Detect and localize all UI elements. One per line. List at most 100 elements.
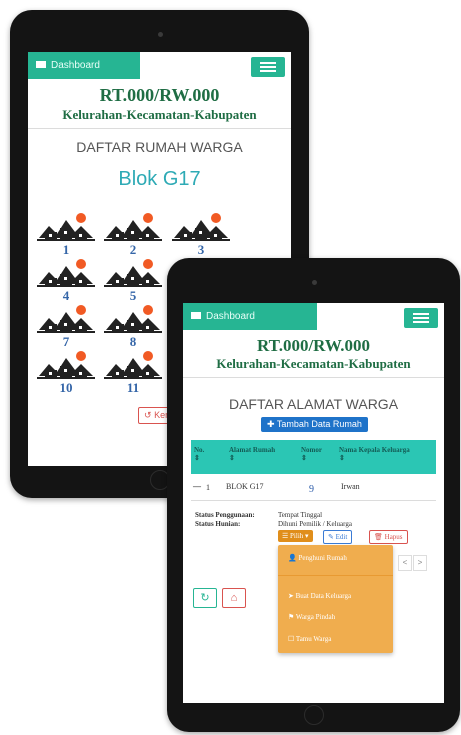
house-number: 10 [59,380,73,395]
dashboard-icon [191,311,201,319]
status-penggunaan-label: Status Penggunaan: [195,511,255,519]
dashboard-label: Dashboard [206,311,255,322]
undo-icon: ↺ [144,410,152,420]
pilih-label: Pilih [290,532,304,540]
front-tablet: Dashboard RT.000/RW.000 Kelurahan-Kecama… [167,258,460,732]
dashboard-label: Dashboard [51,60,100,71]
status-penggunaan-value: Tempat Tinggal [278,511,323,519]
house-number: 4 [62,288,70,303]
add-house-label: Tambah Data Rumah [276,419,362,429]
col-no[interactable]: No. ⇕ [194,446,204,462]
house-icon [37,351,95,379]
top-nav: Dashboard [183,303,444,333]
col-kepala-label: Nama Kepala Keluarga [339,446,410,454]
home-button-icon [303,705,324,725]
house-item[interactable]: 5 [104,258,162,304]
row-alamat: BLOK G17 [226,482,264,491]
house-icon [172,213,230,241]
delete-button[interactable]: 🗑 Hapus [369,530,408,544]
house-item[interactable]: 2 [104,212,162,258]
menu-item-tamu-warga-label: Tamu Warga [295,635,332,643]
menu-item-warga-pindah[interactable]: ⚑ Warga Pindah [288,613,335,621]
pilih-dropdown-menu: 👤 Penghuni Rumah ➤ Buat Data Keluarga ⚑ … [278,545,393,653]
house-number: 11 [126,380,140,395]
row-expand-icon[interactable]: — [193,482,201,491]
col-kepala[interactable]: Nama Kepala Keluarga ⇕ [339,446,410,462]
row-nomor: 9 [309,484,314,495]
house-item[interactable]: 3 [172,212,230,258]
site-title: RT.000/RW.000 [256,336,371,355]
header-divider [28,128,291,129]
menu-item-warga-pindah-label: Warga Pindah [295,613,336,621]
trash-icon: 🗑 [374,533,383,541]
dashboard-link[interactable]: Dashboard [183,303,317,330]
pagination-prev[interactable]: < [398,555,412,571]
col-nomor[interactable]: Nomor ⇕ [301,446,322,462]
house-item[interactable]: 7 [37,304,95,350]
edit-button[interactable]: ✎ Edit [323,530,353,544]
user-icon: 👤 [288,554,297,562]
hamburger-icon [260,62,276,64]
blok-title: Blok G17 [118,168,201,190]
hamburger-icon [413,313,429,315]
hamburger-line [413,317,429,319]
edit-icon: ✎ [328,533,334,541]
house-number: 8 [129,334,137,349]
page-title: DAFTAR ALAMAT WARGA [228,396,399,412]
menu-item-penghuni[interactable]: 👤 Penghuni Rumah [288,554,347,562]
dashboard-link[interactable]: Dashboard [28,52,140,79]
delete-label: Hapus [384,533,403,541]
house-icon [37,305,95,333]
house-number: 2 [129,242,137,257]
row-divider [191,500,436,501]
house-number: 7 [62,334,70,349]
house-item[interactable]: 11 [104,350,162,396]
dashboard-icon [36,60,46,68]
status-hunian-label: Status Hunian: [195,520,241,528]
site-subtitle: Kelurahan-Kecamatan-Kabupaten [216,356,411,371]
house-icon [37,213,95,241]
menu-button[interactable] [250,56,286,78]
col-nomor-label: Nomor [301,446,322,454]
house-icon [37,259,95,287]
house-icon [104,351,162,379]
add-house-button[interactable]: ✚ Tambah Data Rumah [261,417,368,432]
caret-down-icon: ▾ [305,532,309,540]
site-subtitle: Kelurahan-Kecamatan-Kabupaten [62,107,257,122]
page-title: DAFTAR RUMAH WARGA [76,139,243,155]
list-icon: ☰ [282,532,289,540]
hamburger-line [260,66,276,68]
truck-icon: ⚑ [288,613,295,621]
menu-button[interactable] [403,307,439,329]
house-item[interactable]: 1 [37,212,95,258]
site-title: RT.000/RW.000 [99,85,220,105]
col-no-label: No. [194,446,205,454]
house-item[interactable]: 10 [37,350,95,396]
house-item[interactable]: 8 [104,304,162,350]
pilih-dropdown-button[interactable]: ☰ Pilih ▾ [278,530,313,542]
header-divider [183,377,444,378]
status-hunian-value: Dihuni Pemilik / Keluarga [278,520,352,528]
hamburger-line [260,70,276,72]
house-number: 5 [129,288,137,303]
house-number: 3 [197,242,205,257]
menu-item-tamu-warga[interactable]: ☐ Tamu Warga [288,635,331,643]
top-nav: Dashboard [28,52,291,82]
menu-divider [278,575,393,576]
home-button[interactable]: ⌂ [222,588,246,608]
guest-icon: ☐ [288,635,295,643]
house-number: 1 [62,242,70,257]
menu-item-buat-keluarga[interactable]: ➤ Buat Data Keluarga [288,592,351,600]
house-item[interactable]: 4 [37,258,95,304]
house-icon [104,259,162,287]
edit-label: Edit [335,533,348,541]
hamburger-line [413,321,429,323]
front-screen: Dashboard RT.000/RW.000 Kelurahan-Kecama… [183,303,444,703]
camera-icon [311,280,317,285]
col-alamat-label: Alamat Rumah [229,446,276,454]
send-icon: ➤ [288,592,294,600]
col-alamat[interactable]: Alamat Rumah ⇕ [229,446,275,462]
refresh-button[interactable]: ↻ [193,588,217,608]
pagination-next[interactable]: > [413,555,427,571]
row-no: 1 [206,483,210,492]
